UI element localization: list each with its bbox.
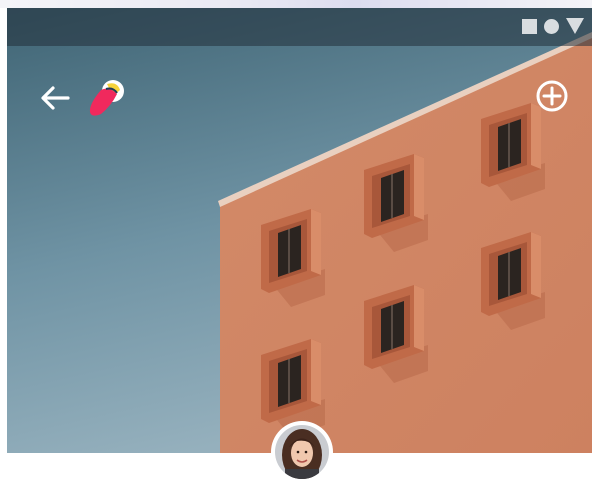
building-window [364,154,428,252]
building-window [364,285,428,383]
status-bar [7,8,592,46]
arrow-left-icon [41,86,70,110]
app-logo [87,76,129,122]
profile-avatar[interactable] [271,421,333,483]
status-icons [522,18,584,34]
app-screen [0,0,592,483]
building-window [481,103,545,201]
top-edge-strip [0,0,592,8]
stop-square-icon [522,18,537,34]
back-button[interactable] [37,80,73,116]
hero-photo [7,8,592,453]
building-window [261,209,325,307]
record-dot-icon [544,18,559,34]
building-window [481,232,545,330]
signal-triangle-icon [566,18,584,34]
brush-logo-icon [89,80,124,116]
user-avatar-icon [275,425,329,479]
building-photo [7,8,592,453]
plus-circle-icon [536,80,568,112]
add-button[interactable] [534,78,570,114]
